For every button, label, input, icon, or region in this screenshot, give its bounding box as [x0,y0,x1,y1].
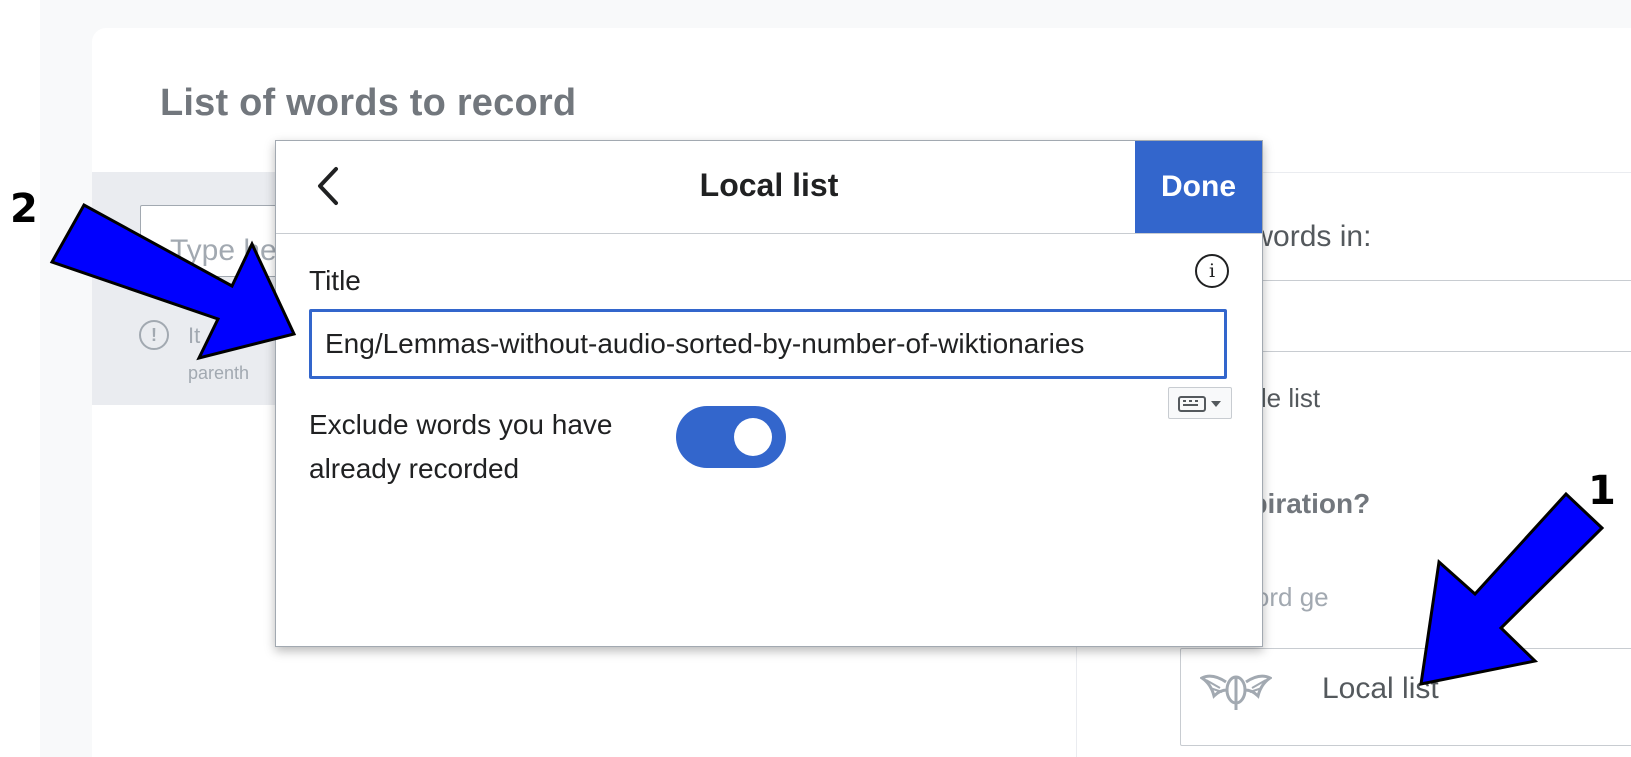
hint-subtext: parenth [188,363,250,383]
done-button[interactable]: Done [1135,141,1262,233]
exclude-recorded-label: Exclude words you have already recorded [309,409,613,484]
callout-number-1: 1 [1588,468,1616,514]
toggle-knob [734,418,772,456]
title-input[interactable] [309,309,1227,379]
title-field-label: Title [309,265,361,296]
dialog-header: Local list Done [276,141,1262,234]
keyboard-icon[interactable] [1168,387,1232,419]
warning-icon: ! [139,320,169,350]
hint-text: It [188,323,201,348]
callout-number-2: 2 [10,186,38,232]
info-icon[interactable]: i [1195,254,1229,288]
dialog-title: Local list [699,167,839,203]
local-list-dialog: Local list Done i Title Exclude words yo… [275,140,1263,647]
exclude-recorded-toggle[interactable] [676,406,786,468]
local-list-option-label: Local list [1322,672,1439,705]
wings-logo-icon [1200,674,1272,710]
page-title: List of words to record [160,82,577,124]
word-input-placeholder: Type he [170,234,277,267]
